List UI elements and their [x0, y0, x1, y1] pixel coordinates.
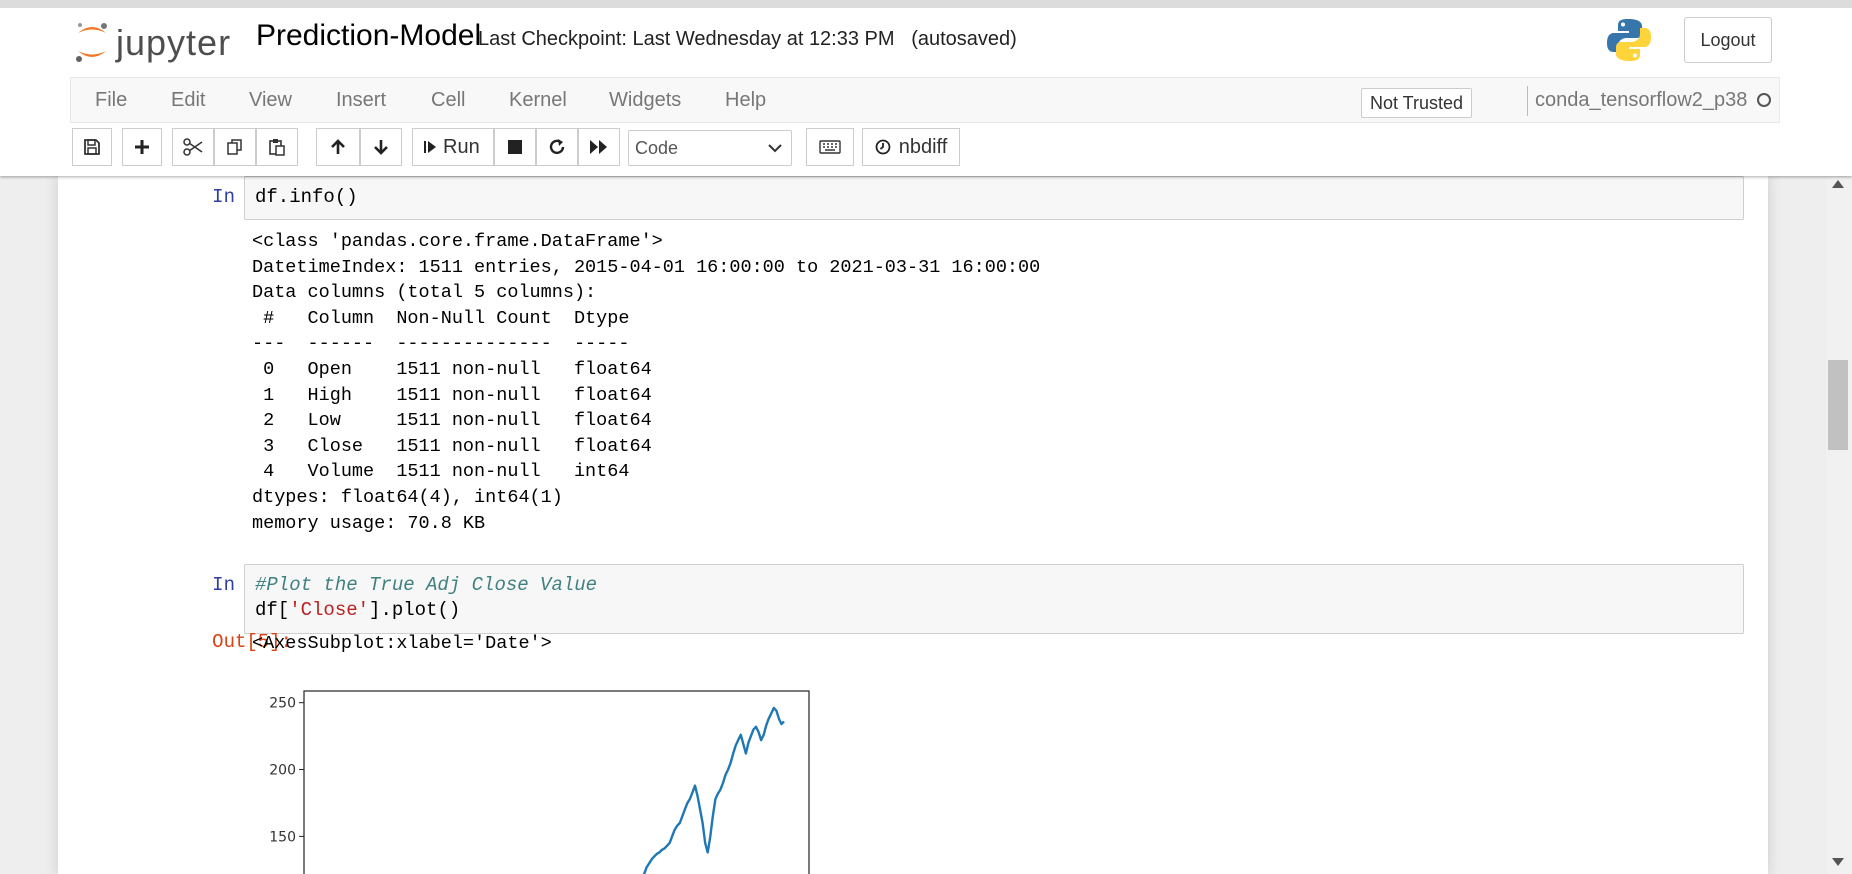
plus-icon — [135, 140, 149, 154]
scroll-down-arrow-icon[interactable] — [1832, 858, 1844, 866]
menubar: File Edit View Insert Cell Kernel Widget… — [70, 77, 1780, 123]
cut-button[interactable] — [172, 128, 214, 166]
arrow-down-icon — [374, 140, 388, 155]
chevron-down-icon — [768, 144, 782, 153]
menu-cell[interactable]: Cell — [431, 89, 465, 112]
menu-widgets[interactable]: Widgets — [609, 89, 681, 112]
cell-code-input[interactable]: #Plot the True Adj Close Value df['Close… — [244, 564, 1744, 634]
y-tick-label: 250 — [269, 696, 296, 712]
autosave-status: (autosaved) — [911, 28, 1017, 50]
cell-code-input[interactable]: df.info() — [244, 176, 1744, 220]
line-chart: 150 200 250 — [254, 690, 894, 874]
scrollbar-thumb[interactable] — [1828, 360, 1848, 450]
clock-icon — [875, 139, 891, 155]
vertical-scrollbar[interactable] — [1826, 176, 1852, 874]
python-logo-icon — [1606, 17, 1652, 68]
step-forward-icon — [424, 141, 436, 153]
chart-svg: 150 200 250 — [269, 690, 810, 874]
paste-icon — [269, 139, 285, 156]
copy-button[interactable] — [214, 128, 256, 166]
kernel-idle-indicator — [1757, 93, 1771, 107]
paste-button[interactable] — [256, 128, 298, 166]
cell-output-text: <AxesSubplot:xlabel='Date'> — [252, 633, 552, 654]
checkpoint-text: Last Checkpoint: Last Wednesday at 12:33… — [478, 28, 895, 50]
code-comment: #Plot the True Adj Close Value — [255, 574, 598, 596]
save-icon — [84, 139, 100, 155]
save-button[interactable] — [72, 128, 112, 166]
logout-button[interactable]: Logout — [1684, 17, 1772, 63]
code-text: df[ — [255, 599, 290, 621]
run-label: Run — [443, 135, 480, 158]
y-tick-label: 200 — [269, 763, 296, 779]
notebook-container: In [4]: df.info() <class 'pandas.core.fr… — [58, 176, 1768, 874]
kernel-divider — [1527, 86, 1528, 116]
insert-cell-button[interactable] — [122, 128, 162, 166]
kernel-name[interactable]: conda_tensorflow2_p38 — [1535, 89, 1747, 112]
cell-output-text: <class 'pandas.core.frame.DataFrame'> Da… — [252, 231, 1041, 534]
menu-help[interactable]: Help — [725, 89, 766, 112]
menu-kernel[interactable]: Kernel — [509, 89, 567, 112]
restart-run-all-button[interactable] — [578, 128, 620, 166]
keyboard-icon — [819, 140, 841, 154]
menu-edit[interactable]: Edit — [171, 89, 205, 112]
arrow-up-icon — [331, 139, 345, 154]
run-button[interactable]: Run — [412, 128, 494, 166]
y-tick-label: 150 — [269, 829, 296, 845]
trust-button[interactable]: Not Trusted — [1361, 88, 1473, 118]
code-string: 'Close' — [289, 599, 370, 621]
nbdiff-button[interactable]: nbdiff — [862, 128, 960, 166]
fast-forward-icon — [590, 140, 607, 154]
nbdiff-label: nbdiff — [898, 135, 948, 158]
menu-view[interactable]: View — [249, 89, 292, 112]
scroll-up-arrow-icon[interactable] — [1832, 180, 1844, 188]
menu-insert[interactable]: Insert — [336, 89, 386, 112]
jupyter-logo-icon — [76, 23, 107, 62]
scissors-icon — [183, 138, 203, 156]
move-up-button[interactable] — [316, 128, 360, 166]
move-down-button[interactable] — [360, 128, 402, 166]
chart-axes-frame — [303, 690, 810, 874]
cell-type-value: Code — [635, 137, 679, 158]
checkpoint-status: Last Checkpoint: Last Wednesday at 12:33… — [478, 28, 1017, 51]
jupyter-logo-text: jupyter — [116, 22, 232, 63]
cell-type-select[interactable]: Code — [628, 130, 792, 166]
stop-icon — [508, 140, 522, 154]
copy-icon — [227, 139, 242, 155]
code-text: ].plot() — [369, 599, 461, 621]
jupyter-logo[interactable]: jupyter — [74, 18, 231, 68]
interrupt-button[interactable] — [494, 128, 536, 166]
notebook-name[interactable]: Prediction-Model — [256, 19, 481, 53]
restart-kernel-button[interactable] — [536, 128, 578, 166]
refresh-icon — [549, 139, 565, 155]
menu-file[interactable]: File — [95, 89, 127, 112]
command-palette-button[interactable] — [806, 128, 854, 166]
